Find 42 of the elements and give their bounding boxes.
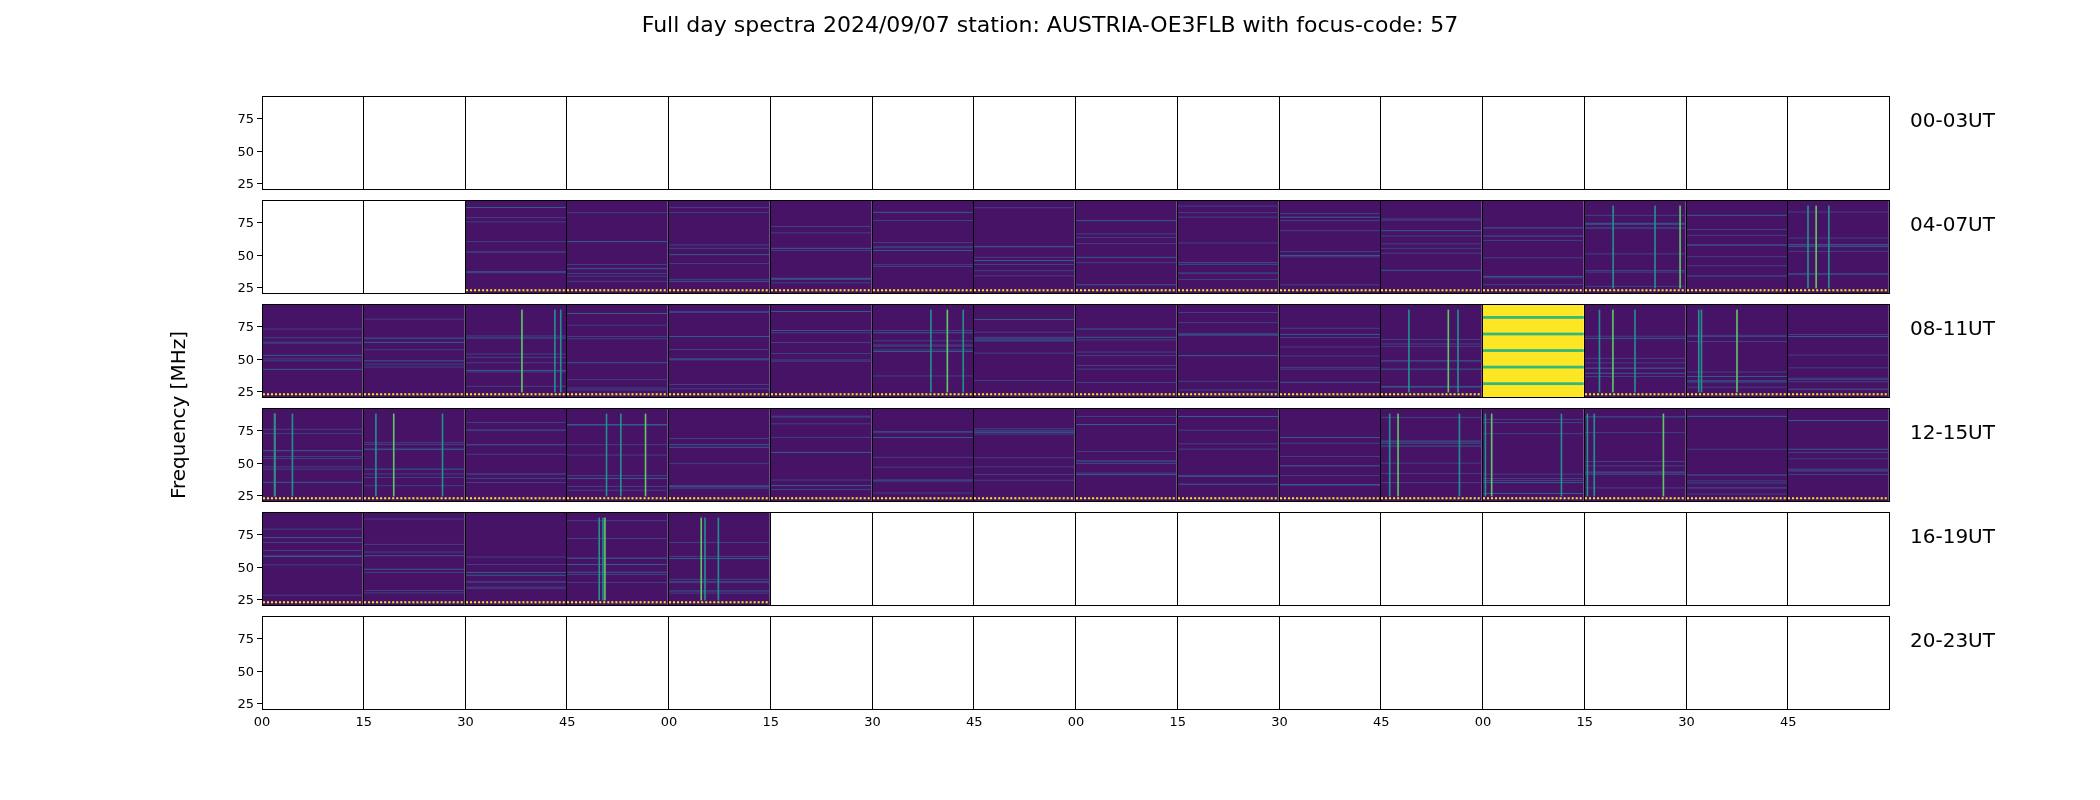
chart-title: Full day spectra 2024/09/07 station: AUSTRIA-OE3FLB with focus-code: 57 [641, 12, 1459, 37]
y-tick-label: 75 [237, 110, 254, 126]
y-axis-label: Frequency [MHz] [166, 330, 190, 500]
time-range-label: 20-23UT [1909, 627, 1995, 654]
time-range-label: 00-03UT [1909, 107, 1995, 134]
x-tick-label: 00 [660, 714, 678, 729]
x-tick-label: 30 [1678, 714, 1695, 729]
time-range-label: 04-07UT [1909, 211, 1995, 238]
time-range-label: 16-19UT [1909, 523, 1995, 550]
y-tick-label: 50 [237, 351, 254, 366]
y-tick-label: 75 [237, 318, 254, 334]
y-tick-label: 75 [237, 214, 254, 230]
y-tick-label: 25 [237, 487, 254, 503]
x-tick-label: 45 [1780, 714, 1797, 729]
x-tick-label: 30 [457, 714, 474, 729]
x-tick-label: 45 [966, 714, 983, 729]
y-tick-label: 25 [237, 591, 254, 607]
x-tick-label: 15 [355, 714, 372, 729]
time-range-label: 08-11UT [1909, 315, 1995, 342]
time-range-label: 12-15UT [1909, 419, 1995, 446]
x-tick-label: 15 [1169, 714, 1186, 729]
y-tick-label: 50 [237, 143, 254, 158]
x-tick-label: 15 [1576, 714, 1593, 729]
y-tick-label: 50 [237, 663, 254, 678]
x-tick-label: 00 [1474, 714, 1492, 729]
y-tick-label: 75 [237, 630, 254, 646]
x-tick-label: 45 [559, 714, 576, 729]
x-tick-label: 45 [1373, 714, 1390, 729]
y-tick-label: 25 [237, 695, 254, 711]
y-tick-label: 75 [237, 526, 254, 542]
x-tick-label: 30 [1271, 714, 1288, 729]
y-tick-label: 50 [237, 455, 254, 470]
y-tick-label: 75 [237, 422, 254, 438]
y-tick-label: 25 [237, 175, 254, 191]
x-tick-label: 30 [864, 714, 881, 729]
y-tick-label: 50 [237, 559, 254, 574]
y-tick-label: 25 [237, 383, 254, 399]
y-tick-label: 25 [237, 279, 254, 295]
x-tick-label: 00 [1067, 714, 1085, 729]
x-tick-label: 00 [253, 714, 271, 729]
x-tick-label: 15 [762, 714, 779, 729]
y-tick-label: 50 [237, 247, 254, 262]
